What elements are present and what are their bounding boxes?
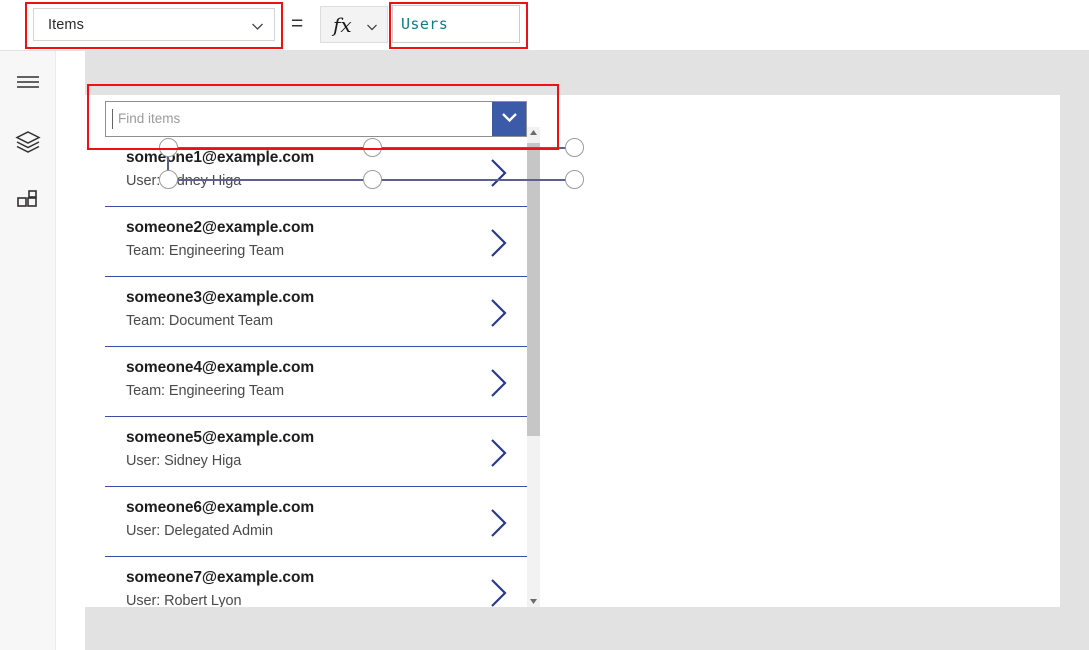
list-item-title: someone1@example.com xyxy=(126,149,314,166)
chevron-right-icon[interactable] xyxy=(487,577,511,607)
list-item-title: someone7@example.com xyxy=(126,569,314,586)
caret-up-icon[interactable] xyxy=(527,127,540,138)
list-scrollbar-thumb[interactable] xyxy=(527,143,540,436)
list-scrollbar-track[interactable] xyxy=(527,137,540,607)
chevron-down-icon xyxy=(366,20,378,32)
list-item[interactable]: someone6@example.com User: Delegated Admi… xyxy=(105,487,527,557)
chevron-down-icon xyxy=(501,110,518,128)
chevron-right-icon[interactable] xyxy=(487,297,511,329)
list-item-title: someone2@example.com xyxy=(126,219,314,236)
chevron-right-icon[interactable] xyxy=(487,157,511,189)
text-caret xyxy=(112,109,113,129)
chevron-right-icon[interactable] xyxy=(487,227,511,259)
list-item[interactable]: someone5@example.com User: Sidney Higa xyxy=(105,417,527,487)
combobox-dropdown-list: someone1@example.com User: Sidney Higa som… xyxy=(105,137,527,607)
list-item-subtitle: Team: Engineering Team xyxy=(126,383,284,399)
list-item[interactable]: someone3@example.com Team: Document Team xyxy=(105,277,527,347)
list-item[interactable]: someone7@example.com User: Robert Lyon xyxy=(105,557,527,607)
list-item-title: someone4@example.com xyxy=(126,359,314,376)
components-icon[interactable] xyxy=(14,188,42,216)
list-item[interactable]: someone1@example.com User: Sidney Higa xyxy=(105,137,527,207)
formula-input[interactable]: Users xyxy=(392,5,520,43)
layers-icon[interactable] xyxy=(14,128,42,156)
list-item-title: someone5@example.com xyxy=(126,429,314,446)
combobox-search-input[interactable]: Find items xyxy=(118,111,180,126)
list-item-subtitle: Team: Engineering Team xyxy=(126,243,284,259)
list-item-subtitle: User: Robert Lyon xyxy=(126,593,242,607)
list-item[interactable]: someone2@example.com Team: Engineering Te… xyxy=(105,207,527,277)
list-item[interactable]: someone4@example.com Team: Engineering Te… xyxy=(105,347,527,417)
chevron-right-icon[interactable] xyxy=(487,507,511,539)
combobox-control[interactable]: Find items xyxy=(105,101,527,137)
list-item-subtitle: Team: Document Team xyxy=(126,313,273,329)
property-dropdown-value: Items xyxy=(48,17,84,33)
list-item-subtitle: User: Sidney Higa xyxy=(126,173,242,189)
left-rail xyxy=(0,50,56,650)
list-item-title: someone6@example.com xyxy=(126,499,314,516)
list-item-title: someone3@example.com xyxy=(126,289,314,306)
property-dropdown[interactable]: Items xyxy=(33,8,275,41)
work-area: someone1@example.com User: Sidney Higa som… xyxy=(56,50,1089,650)
fx-button[interactable]: fx xyxy=(320,6,388,43)
chevron-right-icon[interactable] xyxy=(487,437,511,469)
chevron-right-icon[interactable] xyxy=(487,367,511,399)
canvas-left-gutter xyxy=(56,50,85,650)
list-item-subtitle: User: Delegated Admin xyxy=(126,523,274,539)
formula-input-value: Users xyxy=(401,15,449,33)
caret-down-icon[interactable] xyxy=(527,595,540,607)
menu-icon[interactable] xyxy=(14,68,42,96)
fx-glyph: fx xyxy=(333,13,352,37)
formula-bar: Items = fx Users xyxy=(0,0,1089,51)
equals-sign: = xyxy=(291,12,304,35)
list-item-subtitle: User: Sidney Higa xyxy=(126,453,242,469)
chevron-down-icon xyxy=(251,20,264,33)
combobox-toggle-button[interactable] xyxy=(492,102,526,136)
